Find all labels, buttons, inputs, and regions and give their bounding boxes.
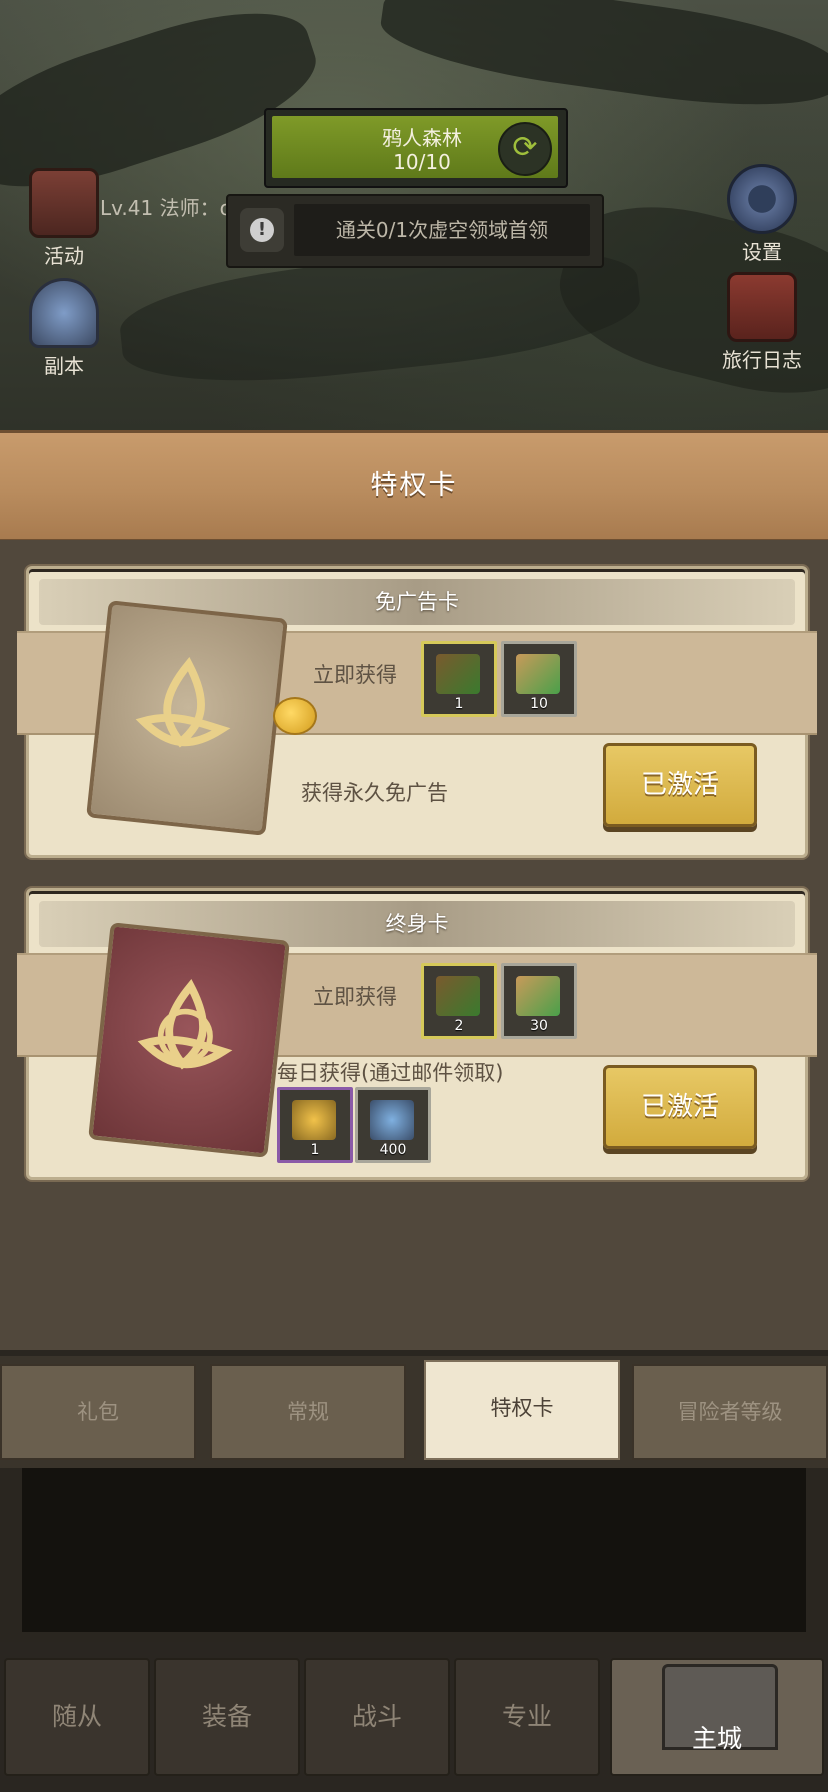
reward-item[interactable]: 1 [421,641,497,717]
item-count: 2 [424,1018,494,1034]
privilege-card-no-ads: 免广告卡 立即获得 1 10 获得永久免广告 已激活 [26,566,808,858]
privilege-card-lifetime: 终身卡 立即获得 2 30 每日获得(通过邮件领取) 1 400 已激活 [26,888,808,1180]
quest-panel[interactable]: ! 通关0/1次虚空领域首领 [226,194,604,268]
reward-item[interactable]: 30 [501,963,577,1039]
activated-button[interactable]: 已激活 [603,743,757,827]
reward-item[interactable]: 10 [501,641,577,717]
item-count: 400 [358,1142,428,1158]
dungeon-button[interactable]: 副本 [14,278,114,379]
activated-button[interactable]: 已激活 [603,1065,757,1149]
scroll-icon [516,654,560,694]
activity-icon [29,168,99,238]
instant-label: 立即获得 [313,981,397,1011]
gold-coin-icon [273,697,317,735]
triquetra-icon [122,647,245,770]
activity-button[interactable]: 活动 [14,168,114,269]
quest-text: 通关0/1次虚空领域首领 [294,204,590,256]
card-description: 获得永久免广告 [301,777,448,807]
settings-label: 设置 [742,240,782,264]
tab-regular[interactable]: 常规 [210,1364,406,1460]
item-count: 1 [424,696,494,712]
shop-tabs: 礼包 常规 特权卡 冒险者等级 [0,1356,828,1468]
zone-progress-bar: 鸦人森林 10/10 ⟳ [272,116,558,178]
reward-item[interactable]: 2 [421,963,497,1039]
card-emblem-image [86,600,288,836]
gold-ore-icon [292,1100,336,1140]
tab-privilege-card[interactable]: 特权卡 [424,1360,620,1460]
book-chest-icon [436,654,480,694]
card-emblem-image [88,922,290,1158]
zone-panel[interactable]: 鸦人森林 10/10 ⟳ [264,108,568,188]
nav-main-city-label: 主城 [692,1724,742,1753]
panel-title: 特权卡 [0,463,828,502]
item-count: 10 [504,696,574,712]
alert-icon: ! [240,208,284,252]
scroll-icon [516,976,560,1016]
zone-progress: 10/10 [332,150,512,174]
zone-name: 鸦人森林 [332,122,512,151]
daily-label: 每日获得(通过邮件领取) [277,1057,503,1087]
dungeon-label: 副本 [44,354,84,378]
activity-label: 活动 [44,244,84,268]
nav-battle[interactable]: 战斗 [304,1658,450,1776]
travel-log-label: 旅行日志 [722,348,802,372]
tab-adventurer-level[interactable]: 冒险者等级 [632,1364,828,1460]
nav-main-city[interactable]: 主城 [610,1658,824,1776]
portal-icon [29,278,99,348]
travel-log-button[interactable]: 旅行日志 [712,272,812,373]
reward-item[interactable]: 400 [355,1087,431,1163]
nav-profession[interactable]: 专业 [454,1658,600,1776]
item-count: 1 [280,1142,350,1158]
book-chest-icon [436,976,480,1016]
settings-button[interactable]: 设置 [712,164,812,265]
reward-item[interactable]: 1 [277,1087,353,1163]
bottom-nav: 随从 装备 战斗 专业 主城 [0,1642,828,1792]
triquetra-icon [124,969,247,1092]
gear-icon [727,164,797,234]
nav-followers[interactable]: 随从 [4,1658,150,1776]
panel-title-bar: 特权卡 [0,430,828,543]
refresh-icon[interactable]: ⟳ [498,122,552,176]
tab-gift-pack[interactable]: 礼包 [0,1364,196,1460]
instant-label: 立即获得 [313,659,397,689]
book-icon [727,272,797,342]
tree-branch [376,0,828,122]
nav-equipment[interactable]: 装备 [154,1658,300,1776]
gem-icon [370,1100,414,1140]
item-count: 30 [504,1018,574,1034]
empty-panel [22,1468,806,1632]
